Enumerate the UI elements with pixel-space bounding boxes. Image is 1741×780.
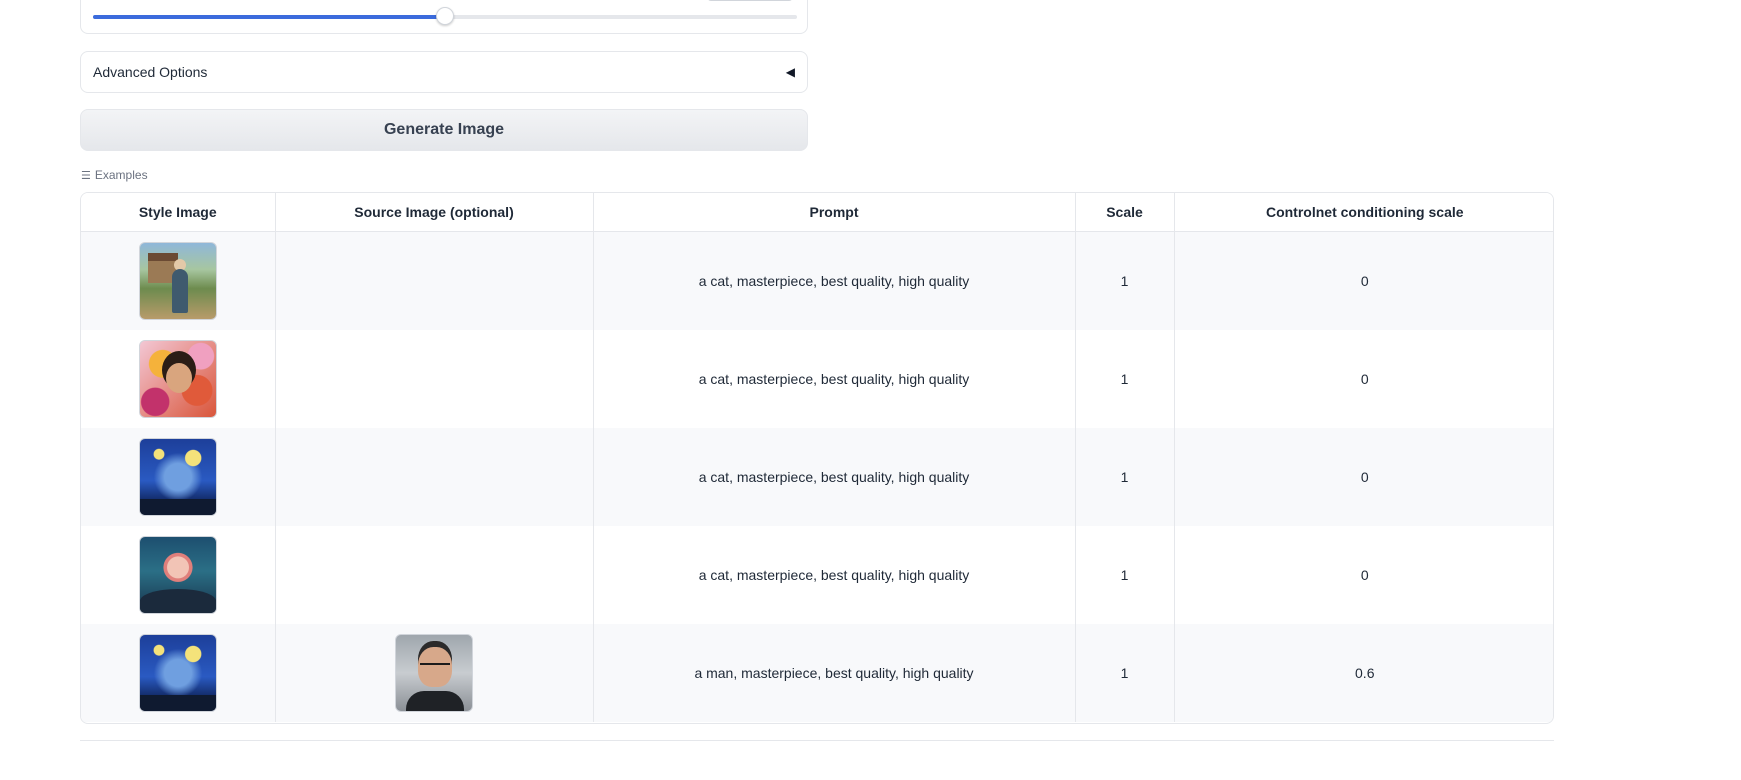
scale-cell: 1 — [1075, 624, 1175, 722]
divider — [80, 740, 1554, 741]
column-header-scale: Scale — [1075, 193, 1175, 232]
prompt-cell: a cat, masterpiece, best quality, high q… — [593, 330, 1076, 428]
style-image-thumbnail[interactable] — [138, 438, 217, 516]
prompt-cell: a cat, masterpiece, best quality, high q… — [593, 428, 1076, 526]
slider-number-input[interactable] — [707, 0, 793, 1]
table-row[interactable]: a cat, masterpiece, best quality, high q… — [81, 526, 1553, 624]
prompt-cell: a cat, masterpiece, best quality, high q… — [593, 231, 1076, 330]
style-image-cell — [81, 624, 276, 722]
table-row[interactable]: a cat, masterpiece, best quality, high q… — [81, 330, 1553, 428]
examples-label: Examples — [94, 168, 148, 182]
thumbnail-figure-shape — [171, 269, 188, 313]
source-image-thumbnail[interactable] — [395, 634, 473, 712]
thumbnail-ground-shape — [139, 695, 216, 711]
examples-table: Style Image Source Image (optional) Prom… — [80, 192, 1554, 724]
controlnet-scale-cell: 0.6 — [1174, 624, 1553, 722]
controlnet-scale-cell: 0 — [1174, 330, 1553, 428]
style-image-thumbnail[interactable] — [138, 242, 217, 320]
caret-left-icon[interactable]: ◀ — [786, 65, 795, 79]
source-image-cell — [275, 231, 594, 330]
scale-cell: 1 — [1075, 330, 1175, 428]
style-image-cell — [81, 428, 276, 526]
thumbnail-glasses-shape — [420, 663, 450, 671]
source-image-cell — [275, 330, 594, 428]
style-image-cell — [81, 526, 276, 624]
table-row[interactable]: a cat, masterpiece, best quality, high q… — [81, 428, 1553, 526]
table-row[interactable]: a man, masterpiece, best quality, high q… — [81, 624, 1553, 722]
column-header-prompt: Prompt — [593, 193, 1076, 232]
controlnet-scale-cell: 0 — [1174, 231, 1553, 330]
table-row[interactable]: a cat, masterpiece, best quality, high q… — [81, 231, 1553, 330]
thumbnail-body-shape — [406, 691, 464, 711]
controlnet-scale-cell: 0 — [1174, 428, 1553, 526]
scale-cell: 1 — [1075, 526, 1175, 624]
controlnet-scale-cell: 0 — [1174, 526, 1553, 624]
source-image-cell — [275, 428, 594, 526]
style-image-cell — [81, 231, 276, 330]
prompt-cell: a cat, masterpiece, best quality, high q… — [593, 526, 1076, 624]
thumbnail-hill-shape — [139, 589, 216, 613]
column-header-style-image: Style Image — [81, 193, 276, 232]
slider-fill — [93, 15, 445, 19]
scale-cell: 1 — [1075, 231, 1175, 330]
source-image-cell — [275, 526, 594, 624]
style-image-cell — [81, 330, 276, 428]
prompt-cell: a man, masterpiece, best quality, high q… — [593, 624, 1076, 722]
source-image-cell — [275, 624, 594, 722]
column-header-controlnet-scale: Controlnet conditioning scale — [1174, 193, 1553, 232]
scale-cell: 1 — [1075, 428, 1175, 526]
slider-panel — [80, 0, 808, 34]
thumbnail-ground-shape — [139, 499, 216, 515]
style-image-thumbnail[interactable] — [138, 340, 217, 418]
style-image-thumbnail[interactable] — [138, 536, 217, 614]
examples-header: ☰ Examples — [81, 168, 148, 182]
advanced-options-accordion[interactable]: Advanced Options ◀ — [80, 51, 808, 93]
thumbnail-face-shape — [165, 363, 192, 393]
list-icon: ☰ — [81, 169, 91, 182]
advanced-options-label: Advanced Options — [93, 64, 208, 80]
slider-thumb[interactable] — [436, 7, 454, 25]
column-header-source-image: Source Image (optional) — [275, 193, 594, 232]
style-image-thumbnail[interactable] — [138, 634, 217, 712]
slider-track[interactable] — [93, 7, 797, 25]
generate-image-button[interactable]: Generate Image — [80, 109, 808, 151]
